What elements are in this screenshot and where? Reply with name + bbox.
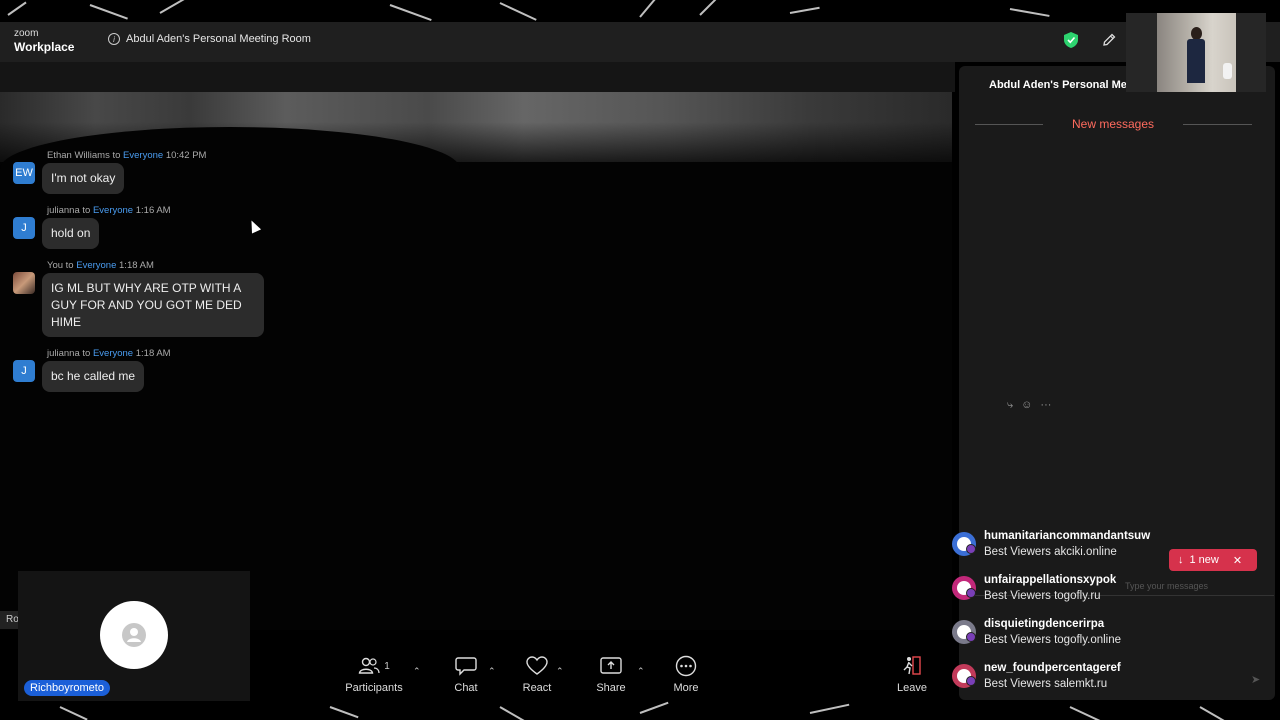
floating-video-thumbnail[interactable] — [1126, 13, 1266, 92]
message-meta: You to Everyone 1:18 AM — [47, 260, 154, 271]
more-label: More — [673, 682, 699, 694]
message-time: 1:18 AM — [135, 348, 171, 359]
view-subbar — [0, 62, 955, 92]
share-label: Share — [596, 682, 626, 694]
partial-name-label: Ro — [0, 611, 20, 629]
to-text: to — [79, 205, 93, 216]
notification-text: Best Viewers togofly.online — [984, 634, 1122, 646]
sender-name: Ethan Williams — [47, 150, 110, 161]
participants-icon — [358, 657, 380, 674]
message-time: 1:18 AM — [119, 260, 154, 271]
app-badge-icon — [966, 676, 976, 686]
sender-name: julianna — [47, 348, 80, 359]
logo-bottom-text: Workplace — [14, 40, 75, 54]
join-notification: disquietingdencerirpa Best Viewers togof… — [952, 618, 1272, 658]
participants-label: Participants — [345, 682, 403, 694]
message-actions: ⤷ ☺ ··· — [1007, 399, 1051, 412]
recipient-name[interactable]: Everyone — [93, 348, 133, 359]
notification-name: unfairappellationsxypok — [984, 574, 1117, 586]
app-badge-icon — [966, 588, 976, 598]
sender-avatar — [13, 272, 35, 294]
notification-text: Best Viewers togofly.ru — [984, 590, 1101, 602]
more-button[interactable]: More — [651, 652, 721, 694]
meeting-title: Abdul Aden's Personal Meeting Room — [126, 33, 311, 45]
notification-text: Best Viewers akciki.online — [984, 546, 1117, 558]
shield-icon[interactable] — [1064, 32, 1078, 48]
zoom-window: zoom Workplace i Abdul Aden's Personal M… — [0, 0, 1280, 720]
to-text: to — [63, 260, 77, 271]
app-badge-icon — [966, 544, 976, 554]
sender-avatar: J — [13, 360, 35, 382]
emoji-reaction-icon[interactable]: ☺ — [1021, 399, 1032, 412]
message-bubble[interactable]: I'm not okay — [42, 163, 125, 194]
logo-top-text: zoom — [14, 28, 39, 39]
chat-panel-title: Abdul Aden's Personal Meeting Room — [989, 79, 1129, 91]
thumbnail-object — [1223, 63, 1232, 79]
share-button[interactable]: Share — [576, 652, 646, 694]
message-meta: Ethan Williams to Everyone 10:42 PM — [47, 150, 206, 161]
notification-text: Best Viewers salemkt.ru — [984, 678, 1108, 690]
chat-label: Chat — [454, 682, 478, 694]
message-meta: julianna to Everyone 1:16 AM — [47, 205, 171, 216]
app-badge-icon — [966, 632, 976, 642]
message-meta: julianna to Everyone 1:18 AM — [47, 348, 171, 359]
message-time: 1:16 AM — [135, 205, 171, 216]
leave-label: Leave — [897, 682, 927, 694]
sender-avatar: J — [13, 217, 35, 239]
message-time: 10:42 PM — [165, 150, 207, 161]
pencil-icon[interactable] — [1101, 32, 1117, 48]
reply-icon[interactable]: ⤷ — [1007, 399, 1013, 412]
recipient-name[interactable]: Everyone — [93, 205, 133, 216]
meeting-info[interactable]: i Abdul Aden's Personal Meeting Room — [108, 33, 311, 45]
title-bar: zoom Workplace i Abdul Aden's Personal M… — [0, 22, 1280, 62]
to-text: to — [109, 150, 124, 161]
thumbnail-person — [1185, 27, 1207, 87]
recipient-name[interactable]: Everyone — [76, 260, 116, 271]
notification-name: disquietingdencerirpa — [984, 618, 1105, 630]
sender-avatar: EW — [13, 162, 35, 184]
more-options-icon[interactable]: ··· — [1040, 399, 1051, 412]
join-notification: humanitariancommandantsuw Best Viewers a… — [952, 530, 1272, 570]
message-bubble[interactable]: bc he called me — [42, 361, 145, 392]
main-video-feed — [0, 92, 952, 630]
react-caret-icon[interactable]: ⌃ — [556, 666, 564, 677]
message-bubble[interactable]: IG ML BUT WHY ARE OTP WITH A GUY FOR AND… — [42, 273, 264, 338]
sender-name: You — [47, 260, 64, 271]
share-icon — [600, 657, 622, 674]
share-caret-icon[interactable]: ⌃ — [637, 666, 645, 677]
chat-icon — [455, 657, 477, 676]
join-notification: new_foundpercentageref Best Viewers sale… — [952, 662, 1272, 702]
new-messages-divider-label: New messages — [1072, 117, 1155, 131]
join-notification: unfairappellationsxypok Best Viewers tog… — [952, 574, 1272, 614]
notification-name: new_foundpercentageref — [984, 662, 1121, 674]
leave-icon — [903, 656, 921, 675]
notification-name: humanitariancommandantsuw — [984, 530, 1151, 542]
react-label: React — [522, 682, 552, 694]
leave-button[interactable]: Leave — [877, 652, 947, 694]
chat-caret-icon[interactable]: ⌃ — [488, 666, 496, 677]
message-bubble[interactable]: hold on — [42, 218, 100, 249]
participants-caret-icon[interactable]: ⌃ — [413, 666, 421, 677]
meeting-toolbar: 1 Participants ⌃ Chat ⌃ React ⌃ Share ⌃ … — [0, 652, 955, 702]
divider — [1183, 124, 1252, 125]
heart-icon — [526, 656, 548, 675]
divider — [975, 124, 1043, 125]
participants-button[interactable]: 1 Participants — [339, 652, 409, 694]
thumbnail-room — [1157, 13, 1236, 92]
sender-name: julianna — [47, 205, 80, 216]
recipient-name[interactable]: Everyone — [123, 150, 163, 161]
more-icon — [675, 655, 697, 677]
zoom-workplace-logo: zoom Workplace — [14, 28, 75, 54]
participants-count: 1 — [384, 660, 390, 672]
info-icon[interactable]: i — [108, 33, 120, 45]
user-icon — [122, 623, 146, 647]
to-text: to — [79, 348, 93, 359]
